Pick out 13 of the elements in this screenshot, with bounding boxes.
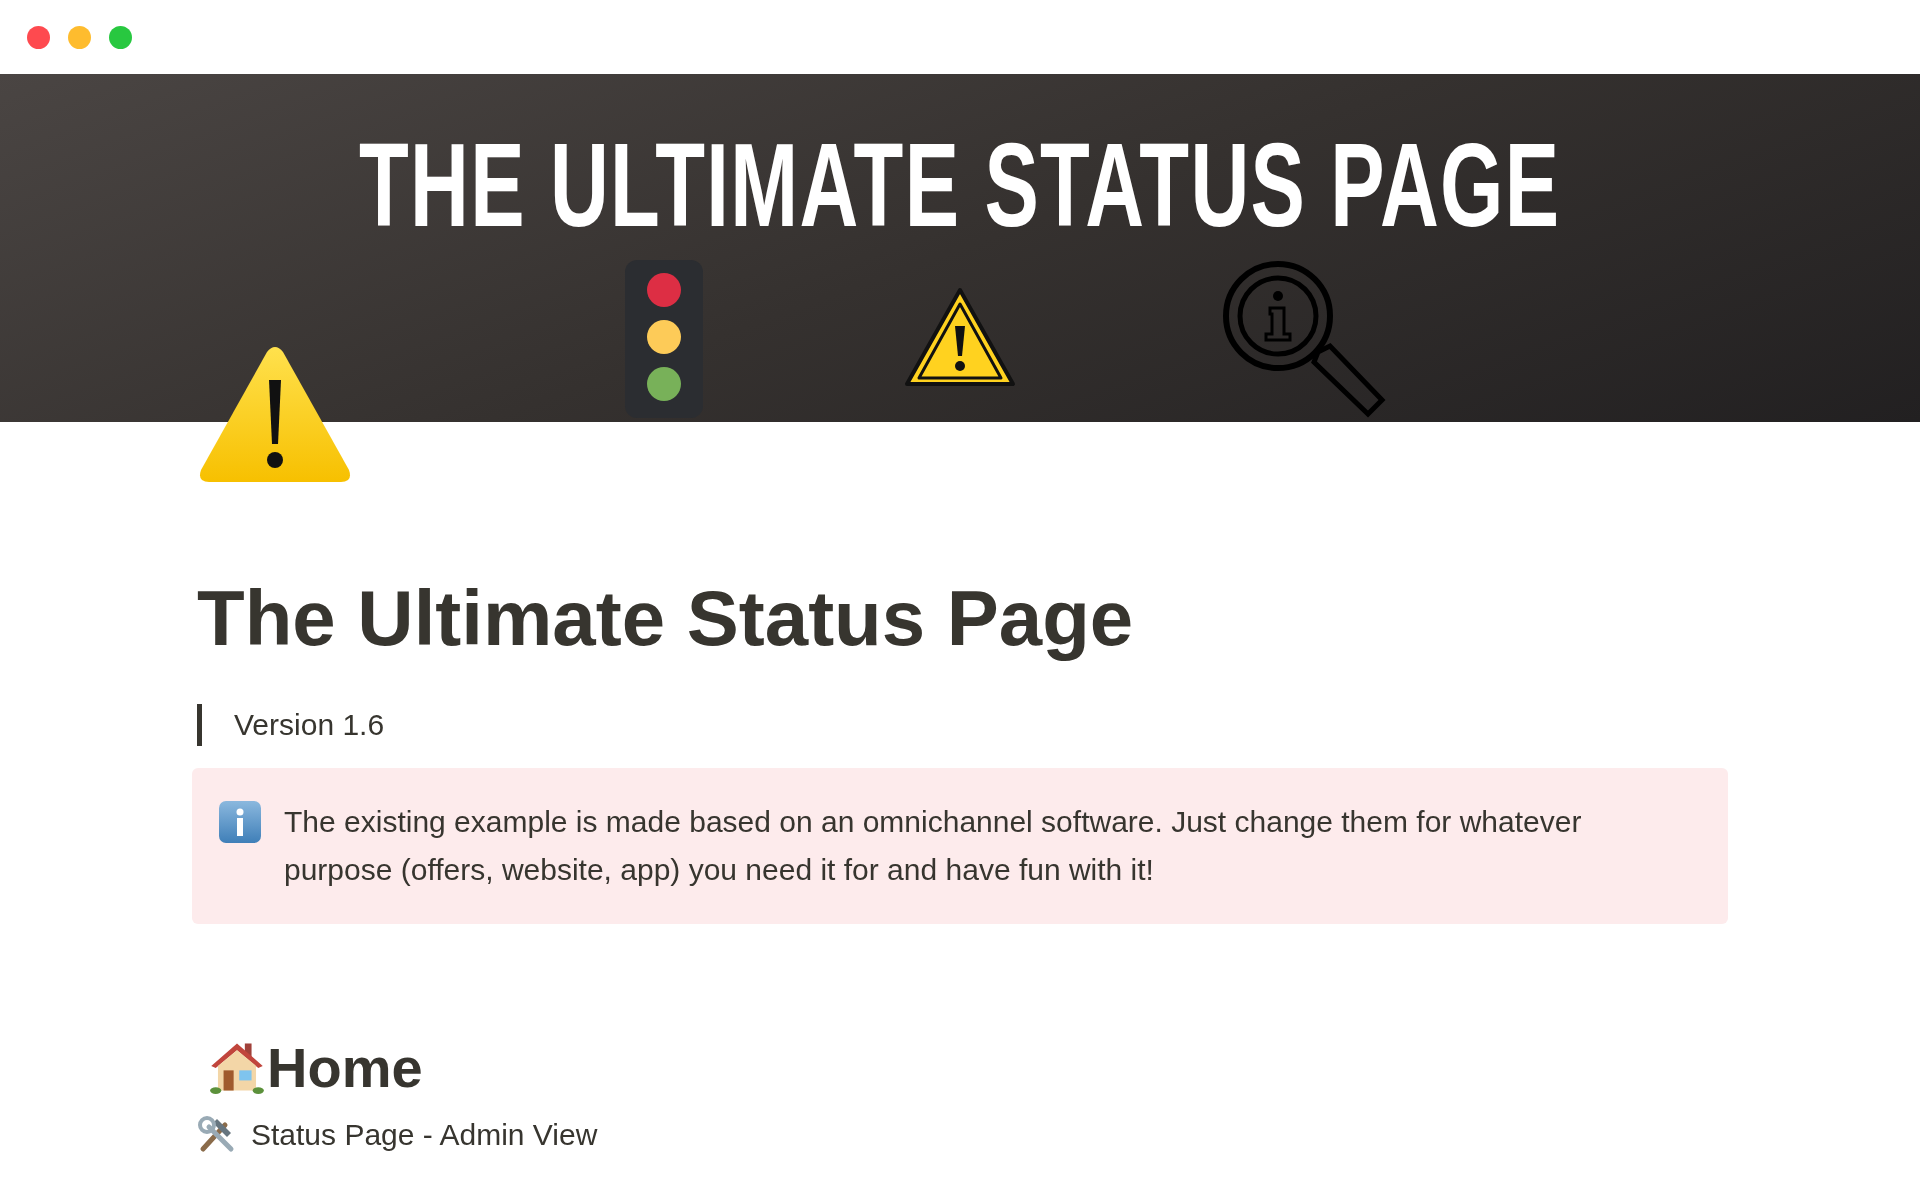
- page-title: The Ultimate Status Page: [197, 573, 1135, 664]
- magnifier-icon: [1222, 260, 1386, 420]
- callout-text: The existing example is made based on an omnichannel software. Just change them for whatever purpose (offers, website, app) you need it for and have fun with it!: [284, 803, 1583, 888]
- info-icon: [218, 799, 262, 844]
- close-window-button[interactable]: [27, 25, 50, 49]
- warning-icon[interactable]: [197, 346, 353, 484]
- version-text: Version 1.6: [234, 707, 385, 741]
- maximize-window-button[interactable]: [109, 25, 132, 49]
- traffic-light-icon: [625, 260, 703, 418]
- banner-title: THE ULTIMATE STATUS PAGE: [359, 126, 1561, 244]
- page-link[interactable]: Status Page - Admin View: [251, 1117, 598, 1152]
- section-heading: Home: [267, 1034, 423, 1101]
- warning-icon: [903, 286, 1017, 388]
